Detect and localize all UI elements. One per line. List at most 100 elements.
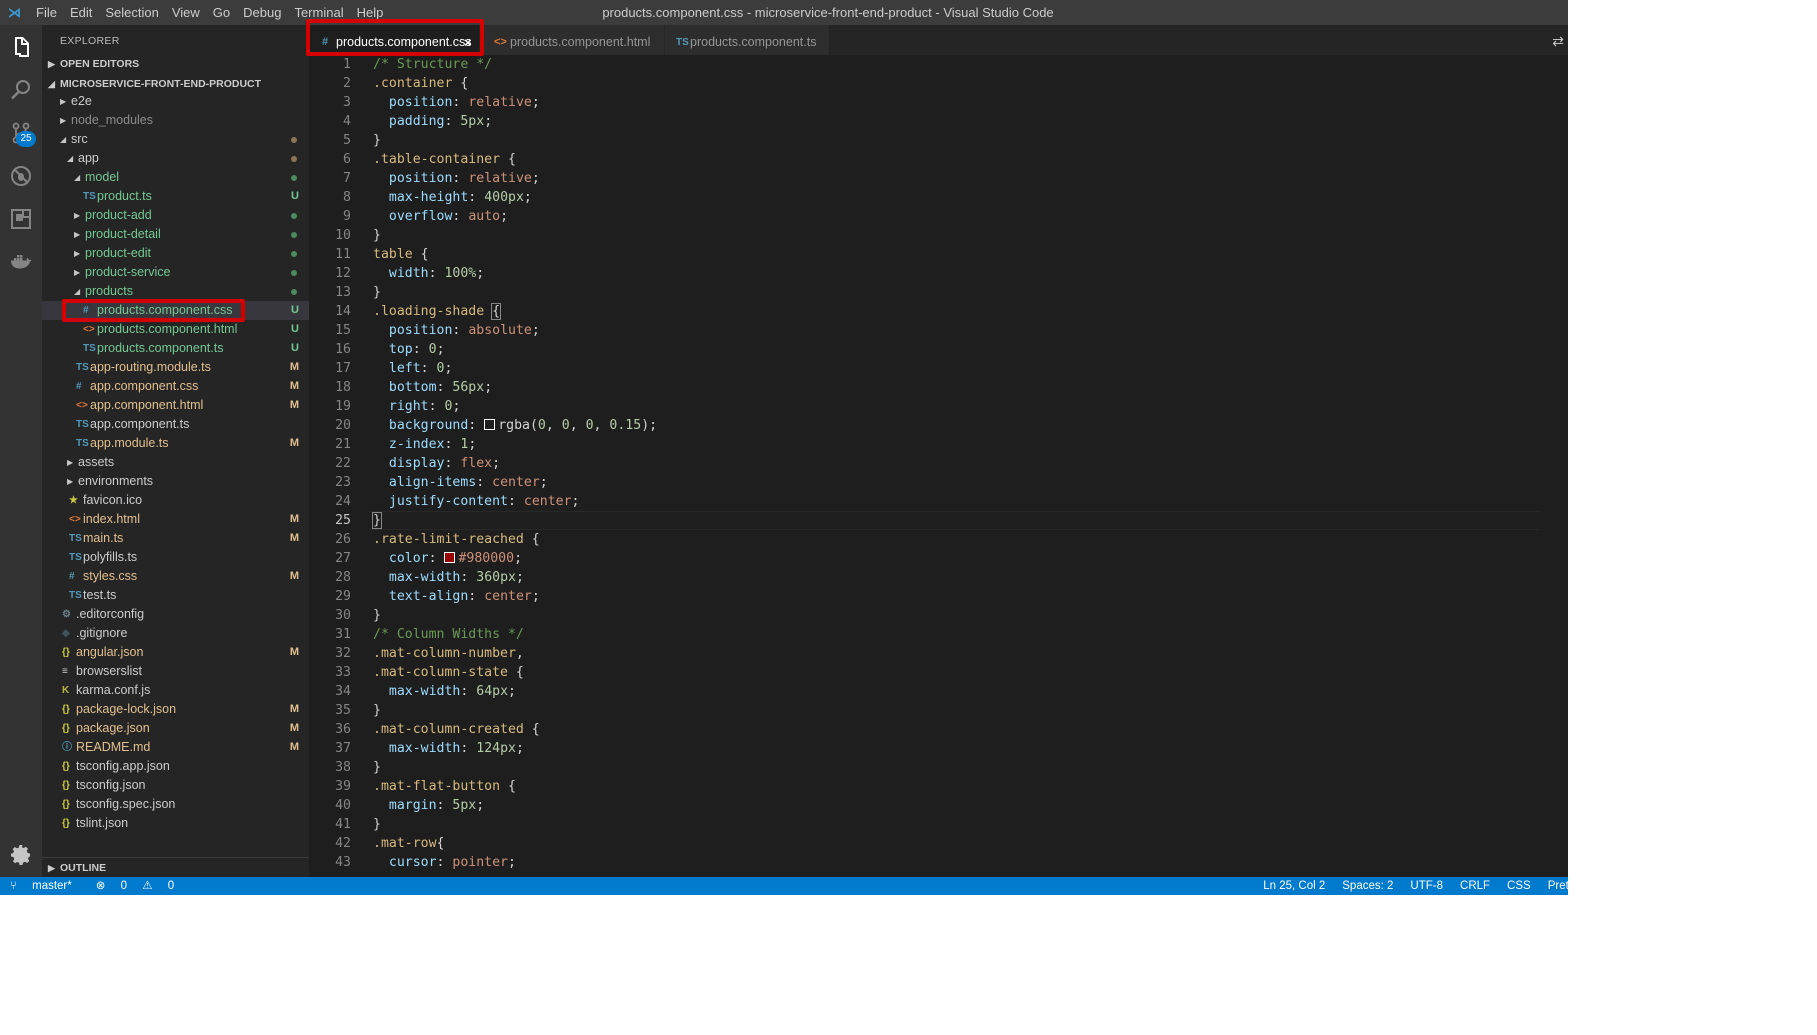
git-status-badge: M xyxy=(289,646,299,658)
file-type-icon: TS xyxy=(69,552,82,563)
tree-file[interactable]: # styles.css M xyxy=(42,567,309,586)
open-changes-icon[interactable]: ⇄ xyxy=(1552,33,1564,50)
tree-file[interactable]: TS product.ts U xyxy=(42,187,309,206)
tree-file[interactable]: <> app.component.html M xyxy=(42,396,309,415)
tree-file[interactable]: TS main.ts M xyxy=(42,529,309,548)
docker-icon[interactable] xyxy=(0,242,42,282)
code-token: : xyxy=(444,114,461,129)
code-token: 100% xyxy=(444,266,477,281)
tree-file[interactable]: TS app.module.ts M xyxy=(42,434,309,453)
current-line-highlight xyxy=(369,511,1539,530)
branch-indicator[interactable]: ⑂ master* xyxy=(10,877,84,895)
warning-count: 0 xyxy=(167,880,175,892)
tree-file[interactable]: ≡ browserslist xyxy=(42,662,309,681)
tree-folder[interactable]: ▶ product-detail xyxy=(42,225,309,244)
tree-folder[interactable]: ▶ assets xyxy=(42,453,309,472)
tree-file[interactable]: <> index.html M xyxy=(42,510,309,529)
tree-file[interactable]: {} tsconfig.app.json xyxy=(42,757,309,776)
extensions-icon[interactable] xyxy=(0,199,42,239)
git-change-dot xyxy=(291,137,297,143)
tree-file[interactable]: {} package-lock.json M xyxy=(42,700,309,719)
tree-item-label: favicon.ico xyxy=(83,493,143,507)
code-line: .mat-row{ xyxy=(373,834,444,853)
tree-file[interactable]: TS app.component.ts xyxy=(42,415,309,434)
formatter[interactable]: Prett xyxy=(1548,877,1568,895)
code-editor[interactable]: 1/* Structure */2 .container {3 position:… xyxy=(309,55,1568,877)
line-number: 2 xyxy=(343,76,351,91)
line-number: 12 xyxy=(335,266,351,281)
tree-file[interactable]: {} tsconfig.spec.json xyxy=(42,795,309,814)
tree-folder[interactable]: ▶ node_modules xyxy=(42,111,309,130)
tree-file[interactable]: # app.component.css M xyxy=(42,377,309,396)
tree-file[interactable]: TS polyfills.ts xyxy=(42,548,309,567)
tree-file[interactable]: Kkarma.conf.js xyxy=(42,681,309,700)
files-icon[interactable] xyxy=(0,27,42,67)
code-token: max-height xyxy=(388,190,469,205)
problems-indicator[interactable]: ⊗ 0 ⚠ 0 xyxy=(96,877,186,895)
code-token: : xyxy=(452,323,469,338)
tree-folder[interactable]: ▶ product-add xyxy=(42,206,309,225)
code-token: 0.15 xyxy=(609,418,642,433)
code-line: .mat-column-created { xyxy=(373,720,540,739)
file-type-icon: K xyxy=(62,685,70,696)
line-number: 6 xyxy=(343,152,351,167)
tree-file[interactable]: ⓘ README.md M xyxy=(42,738,309,757)
encoding[interactable]: UTF-8 xyxy=(1410,877,1443,895)
tree-item-label: product-detail xyxy=(85,227,161,241)
tree-file[interactable]: {} tsconfig.json xyxy=(42,776,309,795)
code-token: 0 xyxy=(436,361,445,376)
code-line: } xyxy=(373,606,381,625)
chevron-right-icon: ▶ xyxy=(74,268,81,277)
tree-folder[interactable]: ▶ e2e xyxy=(42,92,309,111)
tree-item-label: styles.css xyxy=(83,569,138,583)
debug-icon[interactable] xyxy=(0,156,42,196)
project-section[interactable]: ◢ MICROSERVICE-FRONT-END-PRODUCT xyxy=(42,74,309,94)
code-token: 5px xyxy=(452,798,477,813)
code-token: 5px xyxy=(460,114,485,129)
tree-file[interactable]: TS products.component.ts U xyxy=(42,339,309,358)
tree-file[interactable]: {} package.json M xyxy=(42,719,309,738)
code-token: ; xyxy=(500,209,509,224)
open-editors-section[interactable]: ▶ OPEN EDITORS xyxy=(42,54,309,74)
line-ending[interactable]: CRLF xyxy=(1460,877,1490,895)
indentation[interactable]: Spaces: 2 xyxy=(1342,877,1393,895)
tree-file[interactable]: TS app-routing.module.ts M xyxy=(42,358,309,377)
color-swatch[interactable] xyxy=(444,552,456,563)
gear-icon[interactable] xyxy=(0,835,42,875)
tree-folder[interactable]: ◢ model xyxy=(42,168,309,187)
tree-folder[interactable]: ▶ product-service xyxy=(42,263,309,282)
language-mode[interactable]: CSS xyxy=(1507,877,1531,895)
git-change-dot xyxy=(291,156,297,162)
tree-file[interactable]: {} tslint.json xyxy=(42,814,309,833)
cursor-position[interactable]: Ln 25, Col 2 xyxy=(1263,877,1325,895)
code-token: : xyxy=(468,589,485,604)
tree-folder[interactable]: ◢ app xyxy=(42,149,309,168)
code-token: relative xyxy=(468,171,532,186)
code-token: : xyxy=(436,380,453,395)
tree-file[interactable]: ★ favicon.ico xyxy=(42,491,309,510)
tree-file[interactable]: TS test.ts xyxy=(42,586,309,605)
tree-folder[interactable]: ▶ product-edit xyxy=(42,244,309,263)
tree-folder[interactable]: ▶ environments xyxy=(42,472,309,491)
branch-name: master* xyxy=(32,880,72,892)
color-swatch[interactable] xyxy=(484,419,496,430)
tree-item-label: tsconfig.app.json xyxy=(76,759,170,773)
code-token: : xyxy=(428,551,445,566)
tree-item-label: app.component.html xyxy=(90,398,204,412)
code-token: ; xyxy=(531,95,540,110)
code-token: .container xyxy=(373,76,453,91)
tree-file[interactable]: ◆ .gitignore xyxy=(42,624,309,643)
tree-file[interactable]: ⚙ .editorconfig xyxy=(42,605,309,624)
git-status-badge: M xyxy=(289,361,299,373)
tree-folder[interactable]: ◢ src xyxy=(42,130,309,149)
tree-file[interactable]: {} angular.json M xyxy=(42,643,309,662)
code-token: display xyxy=(388,456,445,471)
line-number: 5 xyxy=(343,133,351,148)
search-icon[interactable] xyxy=(0,70,42,110)
outline-section[interactable]: ▶ OUTLINE xyxy=(42,857,309,878)
tree-file[interactable]: <> products.component.html U xyxy=(42,320,309,339)
